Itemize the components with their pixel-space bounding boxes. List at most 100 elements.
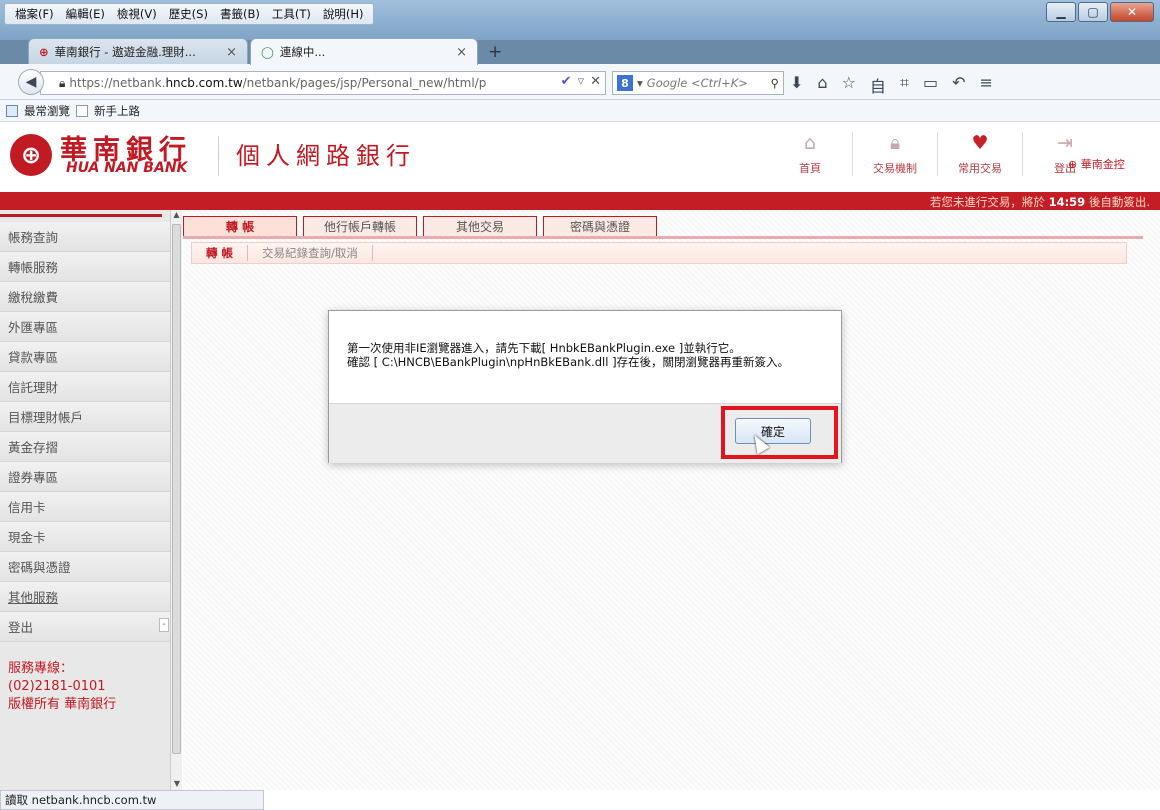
back-button[interactable]: ◀ bbox=[18, 69, 44, 95]
bank-header: ⊕ 華南銀行 HUA NAN BANK 個人網路銀行 ⌂ 首頁 🔒︎ 交易機制 … bbox=[0, 122, 1160, 192]
tab-hncb[interactable]: ⊕ 華南銀行 - 遨遊金融.理財... × bbox=[28, 38, 248, 65]
tab-connecting[interactable]: ◯ 連線中... × bbox=[250, 38, 478, 65]
search-placeholder: Google <Ctrl+K> bbox=[646, 76, 748, 90]
chat-icon[interactable]: ▭ bbox=[923, 73, 938, 97]
sidebar-item-label: 密碼與憑證 bbox=[8, 560, 71, 575]
new-tab-icon[interactable]: + bbox=[488, 42, 502, 62]
menu-view[interactable]: 檢視(V) bbox=[113, 6, 161, 22]
sidebar-item-securities[interactable]: 證券專區 bbox=[0, 462, 170, 492]
heart-icon: ♥ bbox=[971, 132, 989, 154]
sidebar-item-label: 其他服務 bbox=[8, 590, 59, 605]
undo-icon[interactable]: ↶ bbox=[952, 73, 965, 97]
logout-icon: ⇥ bbox=[1057, 132, 1073, 154]
menu-edit[interactable]: 編輯(E) bbox=[62, 6, 109, 22]
tab-other-transactions[interactable]: 其他交易 bbox=[423, 216, 537, 236]
logo-english: HUA NAN BANK bbox=[66, 160, 188, 176]
search-bar[interactable]: 8 ▾ Google <Ctrl+K> ⚲ bbox=[612, 71, 784, 95]
menu-help[interactable]: 說明(H) bbox=[319, 6, 368, 22]
scroll-up-icon[interactable]: ▲ bbox=[171, 210, 182, 222]
divider bbox=[852, 132, 853, 176]
sidebar-item-transfer[interactable]: 轉帳服務 bbox=[0, 252, 170, 282]
tab-other-bank-transfer[interactable]: 他行帳戶轉帳 bbox=[303, 216, 417, 236]
top-nav: ⌂ 首頁 🔒︎ 交易機制 ♥ 常用交易 ⇥ 登出 bbox=[780, 132, 1095, 176]
dialog-line-2: 確認 [ C:\HNCB\EBankPlugin\npHnBkEBank.dll… bbox=[347, 355, 790, 369]
sidebar-item-logout[interactable]: 登出 bbox=[0, 612, 170, 642]
sidebar-item-tax-payment[interactable]: 繳稅繳費 bbox=[0, 282, 170, 312]
search-icon[interactable]: ⚲ bbox=[771, 76, 779, 90]
sidebar: 帳務查詢 轉帳服務 繳稅繳費 外匯專區 貸款專區 信託理財 目標理財帳戶 黃金存… bbox=[0, 210, 170, 790]
maximize-button[interactable]: ▢ bbox=[1078, 2, 1108, 22]
nav-home[interactable]: ⌂ 首頁 bbox=[780, 132, 840, 176]
sidebar-item-password-certificate[interactable]: 密碼與憑證 bbox=[0, 552, 170, 582]
sidebar-item-label: 現金卡 bbox=[8, 530, 46, 545]
session-timeout-notice: 若您未進行交易，將於 14:59 後自動簽出. bbox=[930, 194, 1150, 210]
dropdown-arrow-icon[interactable]: ▿ bbox=[578, 74, 585, 89]
lock-icon: 🔒︎ bbox=[59, 75, 66, 90]
tab-label: 華南銀行 - 遨遊金融.理財... bbox=[54, 45, 196, 59]
content-tabs: 轉 帳 他行帳戶轉帳 其他交易 密碼與憑證 bbox=[183, 216, 657, 236]
copyright: 版權所有 華南銀行 bbox=[8, 697, 117, 712]
sidebar-item-account-inquiry[interactable]: 帳務查詢 bbox=[0, 222, 170, 252]
window-titlebar: 檔案(F) 編輯(E) 檢視(V) 歷史(S) 書籤(B) 工具(T) 說明(H… bbox=[0, 0, 1160, 40]
hncb-favicon-icon: ⊕ bbox=[39, 45, 49, 59]
shield-check-icon[interactable]: ✔ bbox=[561, 74, 572, 89]
hncb-logo-icon[interactable]: ⊕ bbox=[10, 134, 52, 176]
sidebar-item-credit-card[interactable]: 信用卡 bbox=[0, 492, 170, 522]
sidebar-item-forex[interactable]: 外匯專區 bbox=[0, 312, 170, 342]
nav-transaction-mechanism[interactable]: 🔒︎ 交易機制 bbox=[865, 132, 925, 176]
menu-bookmarks[interactable]: 書籤(B) bbox=[216, 6, 264, 22]
reader-icon[interactable]: 自 bbox=[870, 73, 886, 97]
menu-file[interactable]: 檔案(F) bbox=[11, 6, 58, 22]
expand-toggle[interactable]: - bbox=[159, 618, 169, 632]
tab-transfer[interactable]: 轉 帳 bbox=[183, 216, 297, 236]
url-rest: /netbank/pages/jsp/Personal_new/html/p bbox=[242, 76, 487, 90]
close-tab-icon[interactable]: × bbox=[226, 45, 237, 60]
sidebar-item-goal-account[interactable]: 目標理財帳戶 bbox=[0, 402, 170, 432]
bookmark-star-icon[interactable]: ☆ bbox=[842, 73, 856, 97]
loading-spinner-icon: ◯ bbox=[261, 45, 274, 59]
bookmark-most-visited[interactable]: 最常瀏覽 bbox=[24, 103, 70, 119]
sidebar-item-gold[interactable]: 黃金存摺 bbox=[0, 432, 170, 462]
addon-icon[interactable]: ⌗ bbox=[900, 73, 909, 97]
tab-password-certificate[interactable]: 密碼與憑證 bbox=[543, 216, 657, 236]
hnfhc-label: 華南金控 bbox=[1080, 158, 1125, 171]
minimize-button[interactable]: ▁ bbox=[1046, 2, 1076, 22]
sidebar-item-label: 目標理財帳戶 bbox=[8, 410, 84, 425]
sidebar-item-cash-card[interactable]: 現金卡 bbox=[0, 522, 170, 552]
bookmark-getting-started[interactable]: 新手上路 bbox=[94, 103, 140, 119]
sidebar-footer: 服務專線： (02)2181-0101 版權所有 華南銀行 bbox=[0, 642, 170, 732]
subtab-transaction-records[interactable]: 交易紀錄查詢/取消 bbox=[248, 245, 373, 261]
tab-strip: ⊕ 華南銀行 - 遨遊金融.理財... × ◯ 連線中... × + bbox=[0, 36, 1160, 65]
menu-history[interactable]: 歷史(S) bbox=[165, 6, 212, 22]
status-bar: 讀取 netbank.hncb.com.tw bbox=[0, 790, 264, 810]
sidebar-item-label: 帳務查詢 bbox=[8, 230, 59, 245]
sidebar-item-label: 繳稅繳費 bbox=[8, 290, 59, 305]
sidebar-item-label: 信託理財 bbox=[8, 380, 59, 395]
site-title: 個人網路銀行 bbox=[236, 142, 416, 170]
sidebar-item-label: 信用卡 bbox=[8, 500, 46, 515]
subtab-transfer[interactable]: 轉 帳 bbox=[192, 245, 249, 261]
search-dropdown-icon[interactable]: ▾ bbox=[637, 76, 643, 90]
home-icon[interactable]: ⌂ bbox=[817, 73, 827, 97]
close-window-button[interactable]: ✕ bbox=[1110, 2, 1154, 22]
sidebar-item-other-services[interactable]: 其他服務 bbox=[0, 582, 170, 612]
hamburger-menu-icon[interactable]: ≡ bbox=[979, 73, 992, 97]
nav-favorites[interactable]: ♥ 常用交易 bbox=[950, 132, 1010, 176]
scroll-thumb[interactable] bbox=[172, 224, 181, 754]
sidebar-item-label: 黃金存摺 bbox=[8, 440, 59, 455]
stop-icon[interactable]: ✕ bbox=[590, 74, 601, 89]
download-icon[interactable]: ⬇ bbox=[790, 73, 803, 97]
divider bbox=[1022, 132, 1023, 176]
close-tab-icon[interactable]: × bbox=[456, 45, 467, 60]
sidebar-item-trust[interactable]: 信託理財 bbox=[0, 372, 170, 402]
tab-label: 連線中... bbox=[279, 45, 326, 59]
dialog-line-1: 第一次使用非IE瀏覽器進入，請先下載[ HnbkEBankPlugin.exe … bbox=[347, 341, 741, 355]
url-bar[interactable]: 🔒︎ https://netbank. hncb.com.tw/netbank/p… bbox=[40, 71, 606, 95]
scroll-down-icon[interactable]: ▼ bbox=[171, 779, 183, 788]
hnfhc-link[interactable]: ⊕ 華南金控 bbox=[1068, 156, 1125, 172]
menu-tools[interactable]: 工具(T) bbox=[268, 6, 315, 22]
sidebar-top-rule bbox=[0, 214, 162, 222]
url-prefix: https://netbank. bbox=[69, 76, 166, 90]
sidebar-scrollbar[interactable]: ▲ ▼ bbox=[170, 210, 182, 790]
sidebar-item-loans[interactable]: 貸款專區 bbox=[0, 342, 170, 372]
